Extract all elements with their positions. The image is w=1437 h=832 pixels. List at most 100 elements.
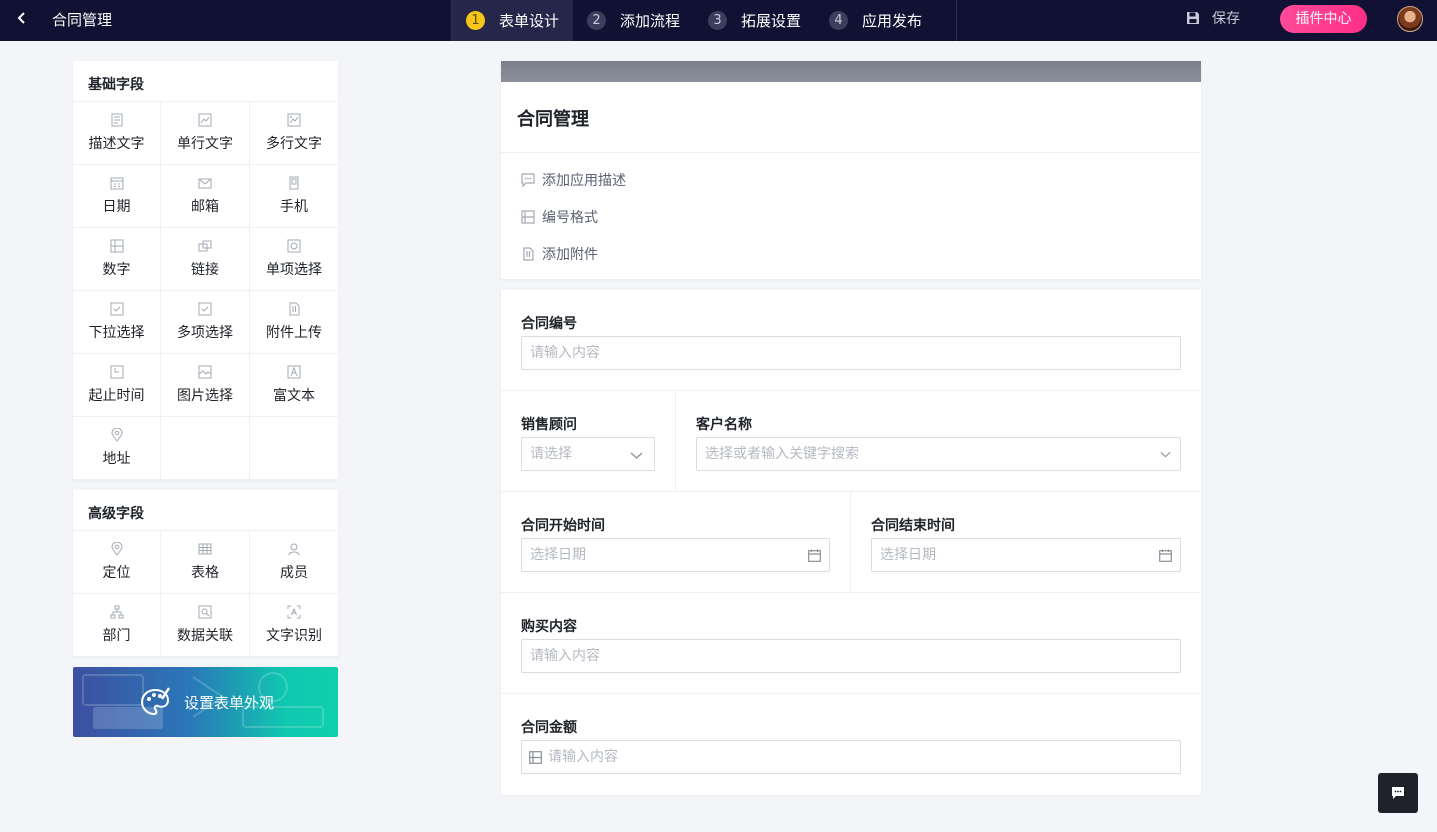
palette-icon [140, 687, 171, 716]
form-title[interactable]: 合同管理 [517, 105, 589, 131]
end-date-picker[interactable]: 选择日期 [871, 538, 1181, 572]
field-type-number[interactable]: 数字 [73, 228, 161, 291]
chevron-left-icon [17, 12, 25, 24]
chevron-down-icon [1160, 451, 1171, 458]
purchase-content-input[interactable]: 请输入内容 [521, 639, 1181, 673]
field-type-multi-line[interactable]: 多行文字 [250, 102, 338, 165]
field-type-phone[interactable]: 手机 [250, 165, 338, 228]
empty-cell [161, 417, 250, 480]
field-type-attachment[interactable]: 附件上传 [250, 291, 338, 354]
member-icon [288, 543, 300, 556]
field-label: 合同金额 [521, 720, 577, 736]
add-attachment-label: 添加附件 [542, 247, 598, 263]
field-type-email[interactable]: 邮箱 [161, 165, 250, 228]
field-type-label: 地址 [102, 451, 131, 467]
field-label: 合同结束时间 [871, 518, 955, 534]
field-type-dropdown[interactable]: 下拉选择 [73, 291, 161, 354]
step-extension-settings[interactable]: 3 拓展设置 [694, 0, 815, 41]
step-add-flow[interactable]: 2 添加流程 [573, 0, 694, 41]
field-type-label: 文字识别 [266, 628, 322, 644]
field-type-ocr[interactable]: 文字识别 [250, 594, 338, 657]
divider [501, 152, 1201, 153]
field-type-description[interactable]: 描述文字 [73, 102, 161, 165]
form-row[interactable]: 合同编号 请输入内容 [501, 290, 1201, 391]
field-label: 客户名称 [696, 417, 752, 433]
single-line-icon [198, 113, 212, 127]
field-type-table[interactable]: 表格 [161, 531, 250, 594]
field-contract-no[interactable]: 合同编号 请输入内容 [501, 290, 1201, 390]
field-type-checkbox[interactable]: 多项选择 [161, 291, 250, 354]
field-type-address[interactable]: 地址 [73, 417, 161, 480]
field-type-image[interactable]: 图片选择 [161, 354, 250, 417]
form-row[interactable]: 合同金额 请输入内容 [501, 694, 1201, 795]
form-canvas: 合同编号 请输入内容 销售顾问 请选择 客户名称 选择或者输入关键字搜索 合同开… [501, 290, 1201, 795]
add-description-label: 添加应用描述 [542, 173, 626, 189]
chevron-down-icon [630, 452, 643, 459]
avatar[interactable] [1397, 6, 1423, 32]
rich-text-icon [287, 365, 301, 379]
field-type-date[interactable]: 日期 [73, 165, 161, 228]
add-description-button[interactable]: 添加应用描述 [521, 170, 626, 190]
field-end-date[interactable]: 合同结束时间 选择日期 [851, 492, 1201, 592]
field-start-date[interactable]: 合同开始时间 选择日期 [501, 492, 850, 592]
number-format-button[interactable]: 编号格式 [521, 207, 598, 227]
field-customer-name[interactable]: 客户名称 选择或者输入关键字搜索 [676, 391, 1201, 491]
radio-icon [287, 239, 301, 253]
form-appearance-button[interactable]: 设置表单外观 [73, 667, 338, 737]
field-contract-amount[interactable]: 合同金额 请输入内容 [501, 694, 1201, 795]
form-header-card: 合同管理 添加应用描述 编号格式 添加附件 [501, 61, 1201, 279]
field-type-data-link[interactable]: 数据关联 [161, 594, 250, 657]
field-type-label: 描述文字 [88, 136, 145, 152]
form-banner[interactable] [501, 61, 1201, 82]
field-type-rich-text[interactable]: 富文本 [250, 354, 338, 417]
dropdown-icon [110, 302, 123, 316]
email-icon [198, 178, 212, 189]
link-icon [198, 240, 212, 252]
field-type-location[interactable]: 定位 [73, 531, 161, 594]
field-type-label: 单行文字 [177, 136, 233, 152]
calendar-icon [808, 549, 821, 562]
contract-no-input[interactable]: 请输入内容 [521, 336, 1181, 370]
step-number: 2 [587, 11, 607, 30]
step-form-design[interactable]: 1 表单设计 [452, 0, 574, 41]
field-type-label: 部门 [102, 628, 131, 644]
phone-icon [289, 176, 299, 190]
field-type-label: 链接 [191, 262, 219, 278]
chat-button[interactable] [1378, 773, 1418, 813]
form-row[interactable]: 合同开始时间 选择日期 合同结束时间 选择日期 [501, 492, 1201, 593]
back-button[interactable] [12, 8, 32, 30]
start-date-picker[interactable]: 选择日期 [521, 538, 830, 572]
field-type-link[interactable]: 链接 [161, 228, 250, 291]
field-label: 合同开始时间 [521, 518, 605, 534]
advanced-fields-title: 高级字段 [73, 490, 338, 531]
field-type-label: 手机 [280, 199, 308, 215]
field-purchase-content[interactable]: 购买内容 请输入内容 [501, 593, 1201, 693]
image-icon [198, 365, 212, 379]
customer-name-select[interactable]: 选择或者输入关键字搜索 [696, 437, 1181, 471]
field-type-time-range[interactable]: 起止时间 [73, 354, 161, 417]
contract-amount-input[interactable]: 请输入内容 [521, 740, 1181, 774]
department-icon [110, 605, 123, 619]
number-format-label: 编号格式 [542, 210, 598, 226]
add-attachment-button[interactable]: 添加附件 [521, 244, 598, 264]
field-sales-advisor[interactable]: 销售顾问 请选择 [501, 391, 675, 491]
basic-fields-panel: 基础字段 描述文字 单行文字 多行文字日期 邮箱 手机数字 链接 单项选择下拉选择 多项选择 附… [73, 61, 338, 480]
step-number: 1 [466, 11, 485, 30]
save-button[interactable]: 保存 [1186, 8, 1240, 28]
field-type-label: 多行文字 [266, 136, 322, 152]
field-type-department[interactable]: 部门 [73, 594, 161, 657]
step-number: 4 [829, 11, 849, 30]
field-type-radio[interactable]: 单项选择 [250, 228, 338, 291]
basic-fields-title: 基础字段 [73, 61, 338, 102]
sales-advisor-select[interactable]: 请选择 [521, 437, 655, 471]
ocr-icon [287, 605, 301, 619]
field-type-member[interactable]: 成员 [250, 531, 338, 594]
plugin-center-button[interactable]: 插件中心 [1280, 5, 1367, 33]
step-publish[interactable]: 4 应用发布 [815, 0, 936, 41]
description-icon [111, 113, 122, 127]
form-row[interactable]: 销售顾问 请选择 客户名称 选择或者输入关键字搜索 [501, 391, 1201, 492]
date-placeholder: 选择日期 [880, 547, 936, 563]
form-row[interactable]: 购买内容 请输入内容 [501, 593, 1201, 694]
field-type-label: 定位 [102, 565, 131, 581]
field-type-single-line[interactable]: 单行文字 [161, 102, 250, 165]
